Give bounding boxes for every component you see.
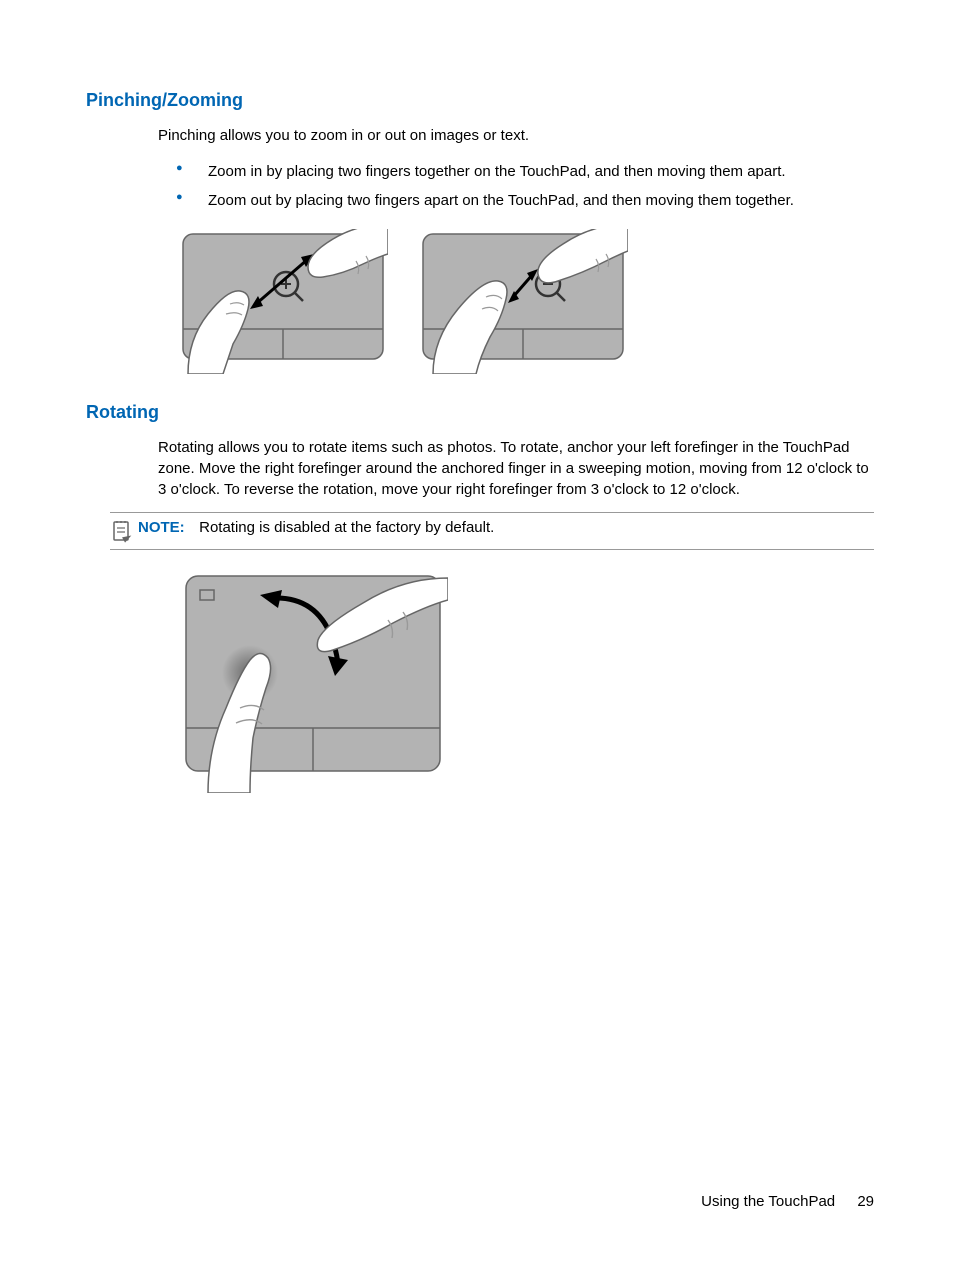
heading-rotating: Rotating — [86, 402, 874, 423]
figure-zoom-in — [178, 229, 388, 374]
figure-rotate — [178, 568, 448, 793]
note-icon — [110, 519, 134, 543]
footer-title: Using the TouchPad — [701, 1193, 835, 1210]
page-number: 29 — [857, 1193, 874, 1210]
note-label: NOTE: — [138, 519, 185, 536]
figure-zoom-out — [418, 229, 628, 374]
bullet-list-pinching: Zoom in by placing two fingers together … — [176, 158, 874, 215]
note-block: NOTE: Rotating is disabled at the factor… — [110, 512, 874, 550]
intro-pinching: Pinching allows you to zoom in or out on… — [158, 125, 874, 146]
body-rotating: Rotating allows you to rotate items such… — [158, 437, 874, 500]
bullet-zoom-in: Zoom in by placing two fingers together … — [176, 158, 874, 187]
heading-pinching: Pinching/Zooming — [86, 90, 874, 111]
bullet-zoom-out: Zoom out by placing two fingers apart on… — [176, 187, 874, 216]
note-text: Rotating is disabled at the factory by d… — [199, 519, 494, 536]
footer: Using the TouchPad 29 — [701, 1193, 874, 1210]
